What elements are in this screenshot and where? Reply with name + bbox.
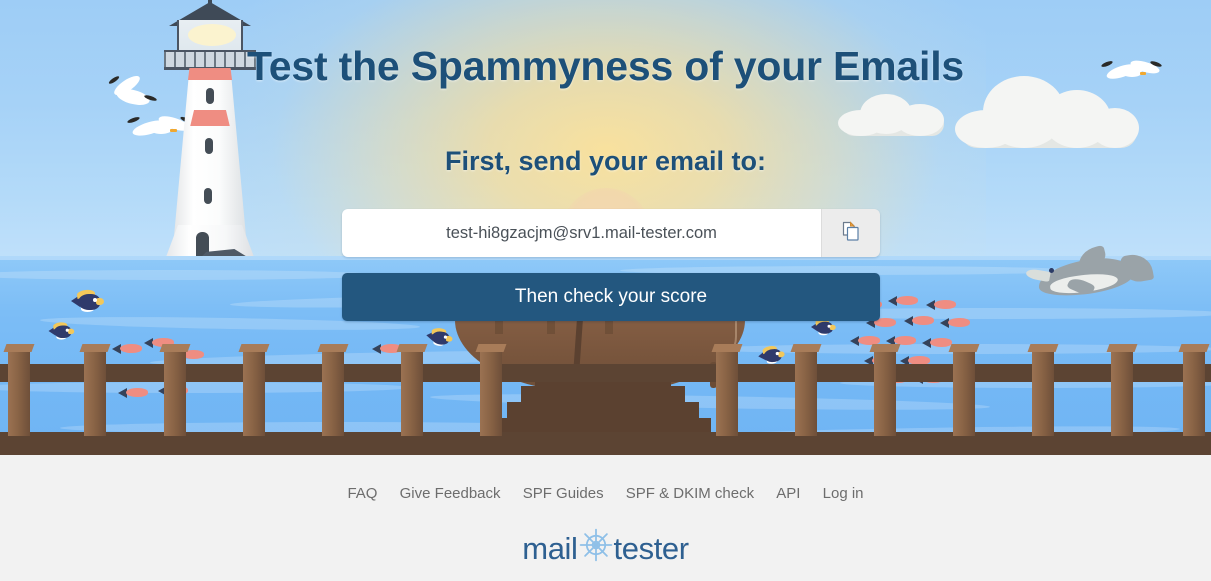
railing-post: [79, 344, 111, 436]
footer-link-api[interactable]: API: [776, 485, 800, 502]
railing-post: [711, 344, 743, 436]
tropical-fish-2: [48, 321, 75, 340]
site-logo[interactable]: mail tester: [0, 527, 1211, 572]
railing-post: [396, 344, 428, 436]
railing-post: [948, 344, 980, 436]
footer-link-spf-guides[interactable]: SPF Guides: [523, 485, 604, 502]
cloud-left: [838, 92, 948, 138]
logo-text-tester: tester: [613, 530, 690, 566]
railing-post: [475, 344, 507, 436]
mail-tester-page: Test the Spammyness of your Emails First…: [0, 0, 1211, 581]
lighthouse-window-1: [206, 88, 214, 104]
page-title: Test the Spammyness of your Emails: [246, 43, 964, 89]
lighthouse-band-mid: [190, 110, 230, 126]
footer-link-faq[interactable]: FAQ: [347, 485, 377, 502]
tropical-fish-3: [425, 327, 453, 348]
railing-post: [317, 344, 349, 436]
tropical-fish-4: [757, 344, 785, 365]
test-email-input[interactable]: [342, 209, 821, 257]
ships-wheel-icon: [579, 528, 613, 572]
hero-illustration: Test the Spammyness of your Emails First…: [0, 0, 1211, 455]
check-score-button[interactable]: Then check your score: [342, 273, 880, 321]
tropical-fish-5: [811, 318, 836, 336]
logo-text-mail: mail: [522, 530, 578, 566]
railing-post: [1178, 344, 1210, 436]
tropical-fish-1: [71, 289, 106, 314]
railing-post: [3, 344, 35, 436]
railing-post: [869, 344, 901, 436]
railing-post: [159, 344, 191, 436]
railing-post: [238, 344, 270, 436]
page-footer: FAQ Give Feedback SPF Guides SPF & DKIM …: [0, 455, 1211, 581]
dolphin-eye: [1049, 268, 1054, 273]
railing-post: [1106, 344, 1138, 436]
railing-post: [790, 344, 822, 436]
footer-nav: FAQ Give Feedback SPF Guides SPF & DKIM …: [0, 485, 1211, 502]
copy-to-clipboard-button[interactable]: [821, 209, 880, 257]
railing-post: [1027, 344, 1059, 436]
lighthouse-window-3: [204, 188, 212, 204]
footer-link-spf-dkim-check[interactable]: SPF & DKIM check: [626, 485, 754, 502]
footer-link-log-in[interactable]: Log in: [823, 485, 864, 502]
copy-icon: [841, 221, 861, 245]
hero-subtitle: First, send your email to:: [444, 146, 767, 176]
footer-link-give-feedback[interactable]: Give Feedback: [400, 485, 501, 502]
email-address-row: [342, 209, 880, 257]
